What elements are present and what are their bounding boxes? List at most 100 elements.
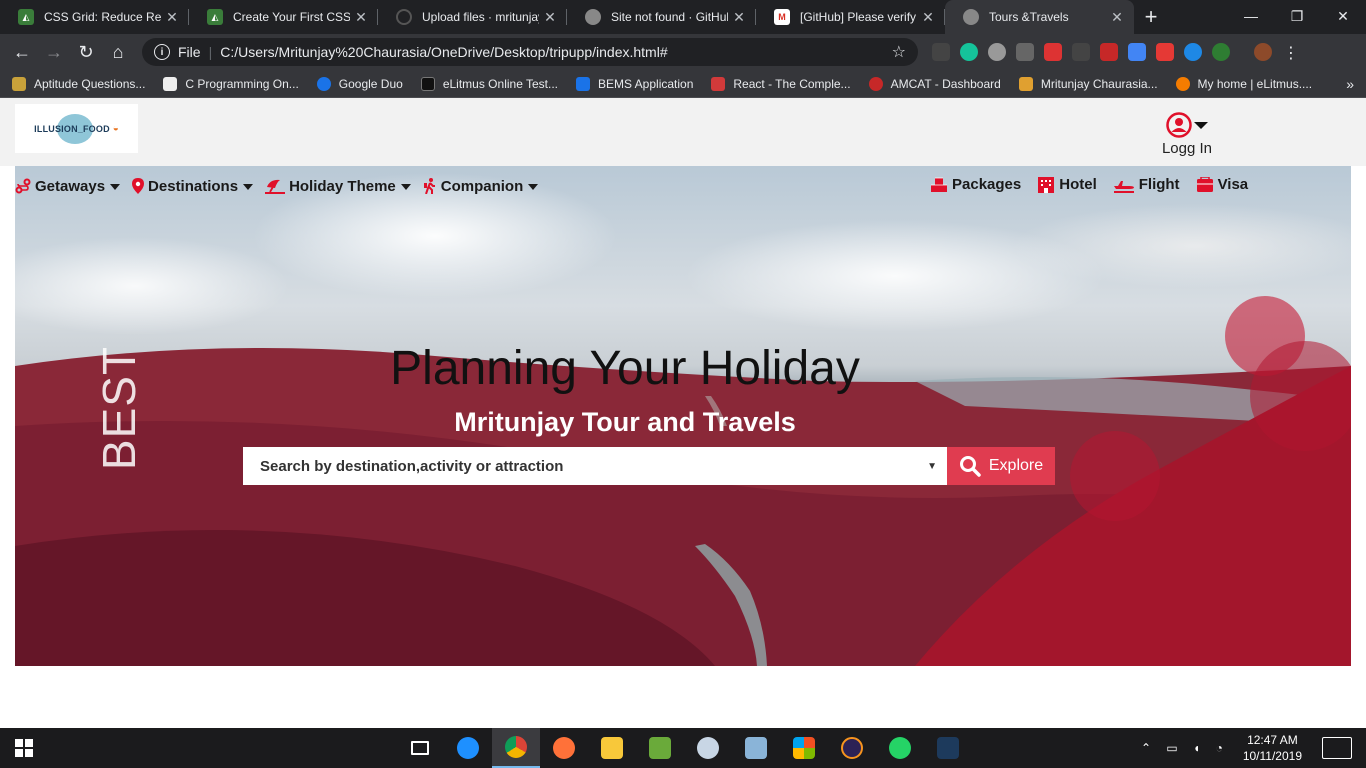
url-text[interactable]: C:/Users/Mritunjay%20Chaurasia/OneDrive/… bbox=[220, 44, 891, 60]
tab-close-icon[interactable]: ✕ bbox=[543, 9, 557, 26]
bookmark-item[interactable]: BEMS Application bbox=[576, 76, 693, 91]
extension-icon[interactable] bbox=[1156, 43, 1174, 61]
bookmark-item[interactable]: My home | eLitmus.... bbox=[1175, 76, 1313, 91]
minimize-icon[interactable]: — bbox=[1228, 0, 1274, 32]
nav-label: Flight bbox=[1138, 176, 1180, 193]
tab-close-icon[interactable]: ✕ bbox=[1110, 9, 1124, 26]
pencil-extension-icon[interactable] bbox=[932, 43, 950, 61]
chrome-icon[interactable] bbox=[492, 728, 540, 768]
maximize-icon[interactable]: ❐ bbox=[1274, 0, 1320, 32]
file-explorer-icon[interactable] bbox=[588, 728, 636, 768]
nav-label: Getaways bbox=[35, 177, 106, 195]
nav-flight[interactable]: Flight bbox=[1113, 176, 1180, 193]
bookmark-label: Aptitude Questions... bbox=[34, 76, 146, 91]
dropdown-arrow-icon[interactable]: ▼ bbox=[927, 461, 937, 472]
browser-tab[interactable]: M [GitHub] Please verify y ✕ bbox=[756, 0, 945, 34]
passport-icon bbox=[1196, 176, 1214, 193]
profile-avatar[interactable] bbox=[1254, 43, 1272, 61]
caret-down-icon bbox=[243, 184, 254, 190]
bookmark-star-icon[interactable]: ☆ bbox=[892, 42, 906, 62]
edge-icon[interactable] bbox=[444, 728, 492, 768]
bookmark-item[interactable]: React - The Comple... bbox=[711, 76, 851, 91]
grid-extension-icon[interactable] bbox=[1072, 43, 1090, 61]
destination-search-select[interactable]: Search by destination,activity or attrac… bbox=[243, 447, 947, 485]
bookmark-favicon-icon bbox=[868, 76, 883, 91]
tab-close-icon[interactable]: ✕ bbox=[354, 9, 368, 26]
menu-dots-icon[interactable]: ⋮ bbox=[1282, 43, 1300, 62]
extensions-area: ⋮ bbox=[932, 43, 1300, 62]
tab-close-icon[interactable]: ✕ bbox=[921, 9, 935, 26]
bookmark-favicon-icon bbox=[1175, 76, 1190, 91]
nav-visa[interactable]: Visa bbox=[1196, 176, 1248, 193]
site-info-icon[interactable]: i bbox=[154, 44, 170, 60]
tab-close-icon[interactable]: ✕ bbox=[165, 9, 179, 26]
windows-start-icon[interactable] bbox=[0, 728, 48, 768]
extension-icon[interactable] bbox=[1184, 43, 1202, 61]
store-icon[interactable] bbox=[780, 728, 828, 768]
nav-hotel[interactable]: Hotel bbox=[1037, 176, 1097, 193]
browser-tab[interactable]: ◭ Create Your First CSS G ✕ bbox=[189, 0, 378, 34]
grammarly-icon[interactable] bbox=[960, 43, 978, 61]
login-label[interactable]: Logg In bbox=[1152, 140, 1222, 157]
tab-title: Site not found · GitHub bbox=[611, 10, 728, 24]
bookmark-item[interactable]: Mritunjay Chaurasia... bbox=[1018, 76, 1158, 91]
nav-label: Destinations bbox=[148, 177, 239, 195]
tab-close-icon[interactable]: ✕ bbox=[732, 9, 746, 26]
gmail-icon: M bbox=[774, 9, 790, 25]
site-header: ILLUSION_FOOD ◒ Logg In bbox=[0, 98, 1366, 166]
nav-holiday-theme[interactable]: Holiday Theme bbox=[265, 178, 411, 195]
tab-title: Tours &Travels bbox=[989, 10, 1069, 24]
bookmarks-overflow-icon[interactable]: » bbox=[1346, 76, 1354, 92]
nav-label: Companion bbox=[440, 177, 524, 195]
udemy-icon bbox=[711, 76, 726, 91]
address-bar[interactable]: i File | C:/Users/Mritunjay%20Chaurasia/… bbox=[142, 38, 918, 66]
new-tab-button[interactable]: + bbox=[1134, 0, 1168, 34]
firefox-icon[interactable] bbox=[540, 728, 588, 768]
paint-icon[interactable] bbox=[684, 728, 732, 768]
bookmark-item[interactable]: eLitmus Online Test... bbox=[420, 76, 558, 91]
spreadsheet-app-icon[interactable] bbox=[636, 728, 684, 768]
bookmark-item[interactable]: C Programming On... bbox=[163, 76, 299, 91]
hotel-icon bbox=[1037, 176, 1055, 193]
notes-app-icon[interactable] bbox=[732, 728, 780, 768]
pdf-extension-icon[interactable] bbox=[1016, 43, 1034, 61]
nav-packages[interactable]: Packages bbox=[930, 176, 1021, 193]
nav-companion[interactable]: Companion bbox=[423, 178, 539, 195]
mysql-icon[interactable] bbox=[924, 728, 972, 768]
home-icon[interactable]: ⌂ bbox=[102, 36, 134, 68]
bookmark-item[interactable]: Google Duo bbox=[316, 76, 403, 91]
browser-tab[interactable]: ◭ CSS Grid: Reduce Repet ✕ bbox=[0, 0, 189, 34]
bookmark-item[interactable]: AMCAT - Dashboard bbox=[868, 76, 1001, 91]
explore-button[interactable]: Explore bbox=[947, 447, 1055, 485]
bookmark-label: My home | eLitmus.... bbox=[1197, 76, 1313, 91]
notifications-icon[interactable] bbox=[1322, 737, 1352, 759]
back-icon[interactable]: ← bbox=[6, 36, 38, 68]
browser-tab[interactable]: Upload files · mritunjay ✕ bbox=[378, 0, 567, 34]
plane-icon bbox=[1113, 177, 1135, 193]
browser-tab-active[interactable]: Tours &Travels ✕ bbox=[945, 0, 1134, 34]
clock[interactable]: 12:47 AM 10/11/2019 bbox=[1243, 732, 1302, 764]
clock-time: 12:47 AM bbox=[1247, 733, 1298, 747]
login-menu[interactable]: Logg In bbox=[1152, 112, 1222, 157]
extension-icon[interactable] bbox=[1044, 43, 1062, 61]
browser-tab[interactable]: Site not found · GitHub ✕ bbox=[567, 0, 756, 34]
site-logo[interactable]: ILLUSION_FOOD ◒ bbox=[15, 104, 138, 153]
user-icon[interactable] bbox=[1152, 112, 1222, 138]
nav-destinations[interactable]: Destinations bbox=[132, 177, 254, 195]
extension-icon[interactable] bbox=[1212, 43, 1230, 61]
forward-icon[interactable]: → bbox=[38, 36, 70, 68]
tray-icons[interactable]: ⌃ ▭ ◖ ◔ bbox=[1141, 741, 1229, 755]
nav-getaways[interactable]: Getaways bbox=[15, 177, 121, 195]
bookmark-item[interactable]: Aptitude Questions... bbox=[12, 76, 146, 91]
taskbar-apps bbox=[396, 728, 972, 768]
translate-icon[interactable] bbox=[1128, 43, 1146, 61]
whatsapp-icon[interactable] bbox=[876, 728, 924, 768]
bookmark-label: C Programming On... bbox=[185, 76, 299, 91]
reload-icon[interactable]: ↻ bbox=[70, 36, 102, 68]
system-tray: ⌃ ▭ ◖ ◔ 12:47 AM 10/11/2019 bbox=[1141, 728, 1366, 768]
eclipse-icon[interactable] bbox=[828, 728, 876, 768]
extension-icon[interactable] bbox=[988, 43, 1006, 61]
task-view-icon[interactable] bbox=[396, 728, 444, 768]
close-window-icon[interactable]: ✕ bbox=[1320, 0, 1366, 32]
badge-extension-icon[interactable] bbox=[1100, 43, 1118, 61]
